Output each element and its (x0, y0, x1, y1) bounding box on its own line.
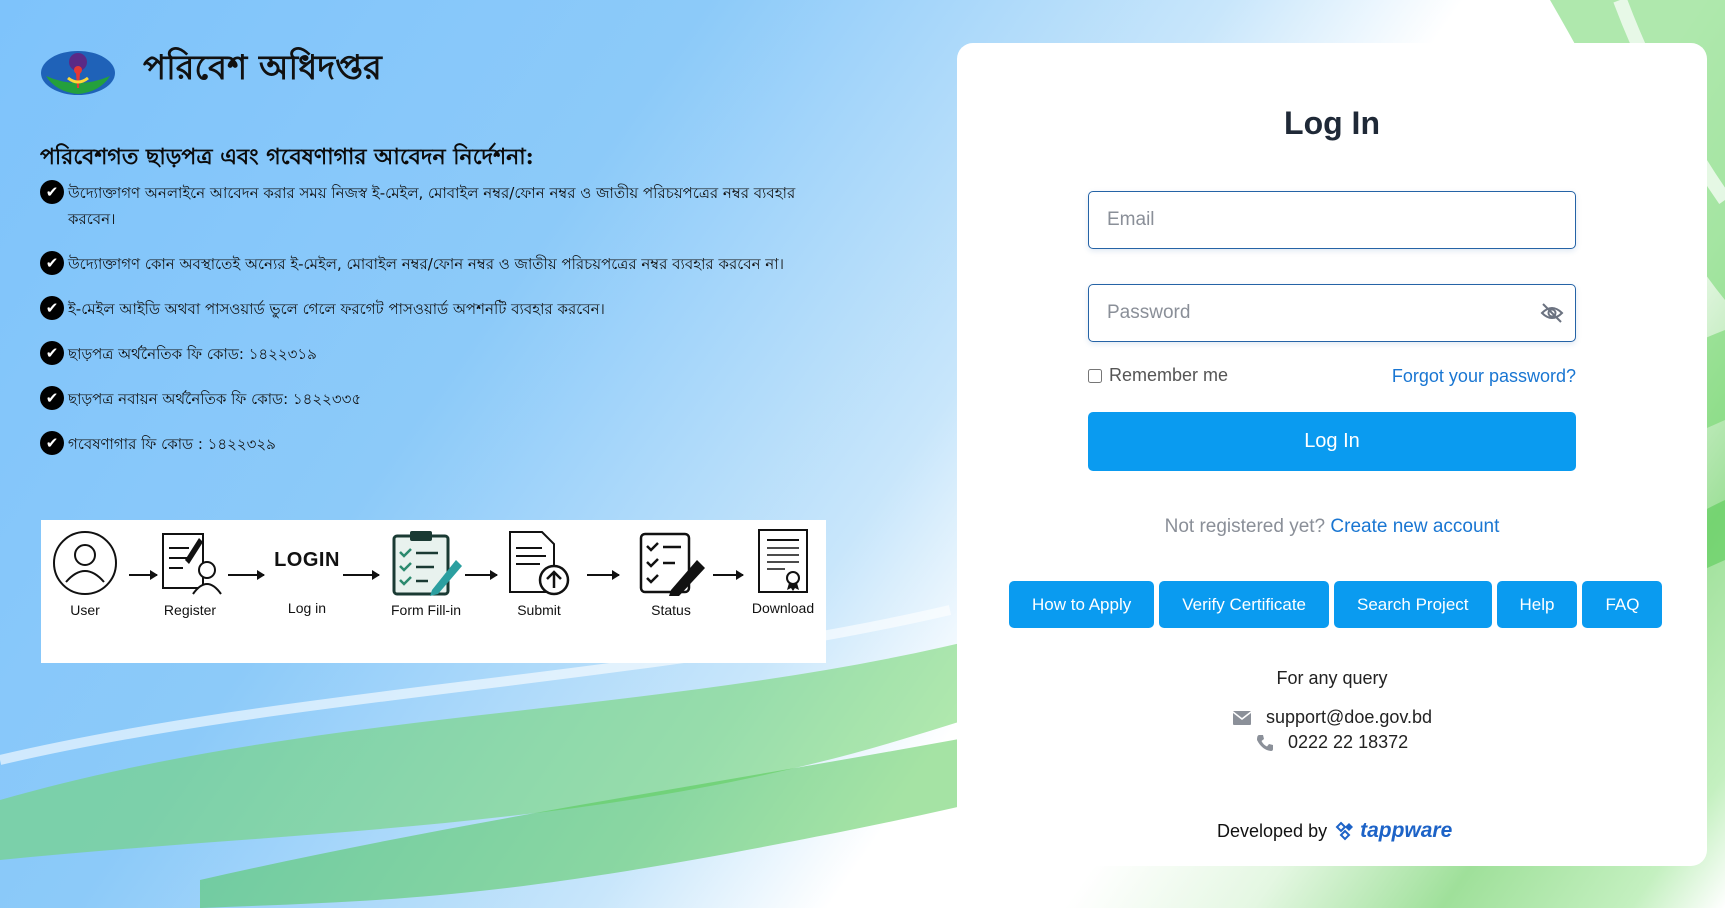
login-card: Log In Remember me Forgot your password?… (957, 43, 1707, 866)
email-field[interactable] (1088, 191, 1576, 249)
how-to-apply-button[interactable]: How to Apply (1009, 581, 1155, 628)
clipboard-checklist-icon (392, 531, 462, 596)
envelope-icon (1232, 710, 1252, 725)
query-title: For any query (1276, 668, 1388, 688)
remember-me-checkbox[interactable] (1088, 368, 1102, 383)
step-user: User (49, 530, 121, 618)
support-email-text[interactable]: support@doe.gov.bd (1266, 707, 1432, 728)
arrow-right-icon (465, 570, 498, 580)
instruction-item: ✔ গবেষণাগার ফি কোড : ১৪২২৩২৯ (40, 431, 830, 457)
login-title: Log In (1284, 105, 1380, 141)
step-download: Download (745, 528, 821, 616)
instructions-list: ✔ উদ্যোক্তাগণ অনলাইনে আবেদন করার সময় নিজ… (40, 180, 830, 476)
tappware-logo[interactable]: tappware (1335, 819, 1452, 843)
step-login: LOGIN Log in (267, 530, 347, 616)
developer-credit: Developed by tappware (1217, 819, 1452, 843)
developed-by-label: Developed by (1217, 820, 1328, 841)
phone-icon (1257, 734, 1273, 751)
step-status: Status (631, 530, 711, 618)
quick-links: How to Apply Verify Certificate Search P… (1009, 581, 1663, 628)
user-icon (53, 531, 117, 595)
forgot-password-link[interactable]: Forgot your password? (1392, 366, 1576, 387)
create-account-link[interactable]: Create new account (1330, 516, 1499, 537)
support-email: support@doe.gov.bd (1232, 707, 1432, 728)
register-prompt: Not registered yet? Create new account (957, 516, 1707, 538)
instruction-item: ✔ উদ্যোক্তাগণ কোন অবস্থাতেই অন্যের ই-মেইল… (40, 251, 830, 277)
instructions-heading: পরিবেশগত ছাড়পত্র এবং গবেষণাগার আবেদন নি… (40, 144, 534, 170)
check-circle-icon: ✔ (40, 386, 64, 410)
step-form-fill: Form Fill-in (381, 530, 471, 618)
login-button[interactable]: Log In (1088, 412, 1576, 471)
remember-me-label: Remember me (1109, 365, 1229, 385)
arrow-right-icon (713, 570, 744, 580)
support-phone: 0222 22 18372 (1256, 732, 1408, 753)
tappware-mark-icon (1335, 821, 1354, 841)
brand-title: পরিবেশ অধিদপ্তর (143, 48, 382, 88)
instruction-item: ✔ ই-মেইল আইডি অথবা পাসওয়ার্ড ভুলে গেলে ফ… (40, 296, 830, 322)
check-circle-icon: ✔ (40, 341, 64, 365)
password-field[interactable] (1088, 284, 1576, 342)
doe-logo-icon (40, 46, 116, 96)
checklist-pen-icon (639, 532, 705, 596)
application-process-diagram: User Register LOGIN Log in Form Fill-in … (41, 520, 826, 663)
check-circle-icon: ✔ (40, 180, 64, 204)
step-register: Register (153, 530, 227, 618)
support-phone-text[interactable]: 0222 22 18372 (1288, 732, 1408, 753)
tappware-name: tappware (1360, 819, 1453, 842)
instruction-item: ✔ ছাড়পত্র অর্থনৈতিক ফি কোড: ১৪২২৩১৯ (40, 341, 830, 367)
instruction-item: ✔ ছাড়পত্র নবায়ন অর্থনৈতিক ফি কোড: ১৪২২৩… (40, 386, 830, 412)
faq-button[interactable]: FAQ (1582, 581, 1663, 628)
eye-off-icon[interactable] (1540, 302, 1564, 324)
check-circle-icon: ✔ (40, 431, 64, 455)
not-registered-text: Not registered yet? (1164, 516, 1326, 537)
arrow-right-icon (587, 570, 620, 580)
arrow-right-icon (343, 570, 380, 580)
step-submit: Submit (501, 530, 577, 618)
check-circle-icon: ✔ (40, 296, 64, 320)
register-icon (162, 533, 222, 595)
login-icon: LOGIN (274, 549, 340, 571)
remember-me[interactable]: Remember me (1088, 365, 1228, 386)
help-button[interactable]: Help (1496, 581, 1578, 628)
certificate-icon (758, 529, 808, 593)
verify-certificate-button[interactable]: Verify Certificate (1159, 581, 1329, 628)
instruction-item: ✔ উদ্যোক্তাগণ অনলাইনে আবেদন করার সময় নিজ… (40, 180, 830, 232)
search-project-button[interactable]: Search Project (1334, 581, 1492, 628)
check-circle-icon: ✔ (40, 251, 64, 275)
document-upload-icon (509, 531, 570, 596)
arrow-right-icon (228, 570, 265, 580)
